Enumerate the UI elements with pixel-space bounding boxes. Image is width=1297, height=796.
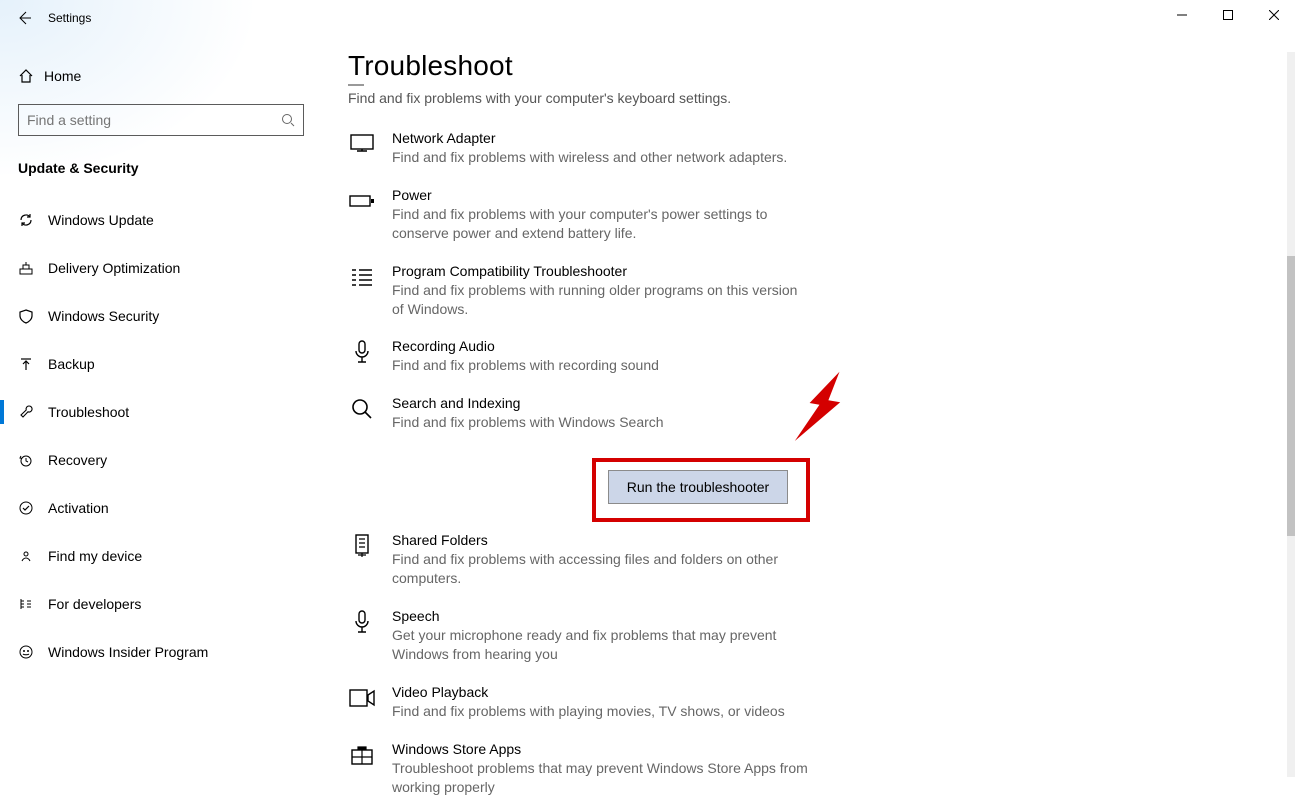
tile-description: Find and fix problems with accessing fil… xyxy=(392,550,812,588)
tile-title: Windows Store Apps xyxy=(392,741,812,757)
sync-icon xyxy=(18,212,48,228)
sidebar-item-label: Backup xyxy=(48,356,95,372)
recovery-icon xyxy=(18,452,48,468)
window-controls xyxy=(1159,0,1297,30)
scrollbar-thumb[interactable] xyxy=(1287,256,1295,536)
shared-folder-icon xyxy=(348,532,376,560)
sidebar-item-recovery[interactable]: Recovery xyxy=(18,438,318,482)
tile-shared-folders[interactable]: Shared Folders Find and fix problems wit… xyxy=(348,532,908,588)
scrollbar[interactable] xyxy=(1283,36,1297,793)
sidebar-item-label: Recovery xyxy=(48,452,107,468)
sidebar-item-windows-insider[interactable]: Windows Insider Program xyxy=(18,630,318,674)
backup-icon xyxy=(18,356,48,372)
sidebar-item-label: Windows Update xyxy=(48,212,154,228)
page-title: Troubleshoot xyxy=(348,50,908,82)
close-button[interactable] xyxy=(1251,0,1297,30)
delivery-icon xyxy=(18,260,48,276)
tile-description: Find and fix problems with Windows Searc… xyxy=(392,413,664,432)
sidebar-item-label: Find my device xyxy=(48,548,142,564)
sidebar-item-label: Activation xyxy=(48,500,109,516)
arrow-left-icon xyxy=(16,10,32,26)
microphone-icon xyxy=(348,338,376,366)
tile-title: Video Playback xyxy=(392,684,785,700)
run-troubleshooter-button[interactable]: Run the troubleshooter xyxy=(608,470,788,504)
sidebar-item-backup[interactable]: Backup xyxy=(18,342,318,386)
tile-description: Troubleshoot problems that may prevent W… xyxy=(392,759,812,796)
main-content: Troubleshoot Find and fix problems with … xyxy=(348,50,908,796)
tile-video-playback[interactable]: Video Playback Find and fix problems wit… xyxy=(348,684,908,721)
tile-recording-audio[interactable]: Recording Audio Find and fix problems wi… xyxy=(348,338,908,375)
sidebar-section-title: Update & Security xyxy=(18,160,318,176)
sidebar-item-delivery-optimization[interactable]: Delivery Optimization xyxy=(18,246,318,290)
tile-title: Shared Folders xyxy=(392,532,812,548)
window-title: Settings xyxy=(48,11,91,25)
page-top-description: Find and fix problems with your computer… xyxy=(348,90,908,106)
check-circle-icon xyxy=(18,500,48,516)
insider-icon xyxy=(18,644,48,660)
divider xyxy=(348,84,364,86)
run-troubleshooter-region: Run the troubleshooter xyxy=(392,454,908,512)
tile-description: Find and fix problems with running older… xyxy=(392,281,812,319)
minimize-button[interactable] xyxy=(1159,0,1205,30)
tile-speech[interactable]: Speech Get your microphone ready and fix… xyxy=(348,608,908,664)
tile-title: Network Adapter xyxy=(392,130,787,146)
sidebar-item-label: For developers xyxy=(48,596,141,612)
sidebar-item-windows-update[interactable]: Windows Update xyxy=(18,198,318,242)
sidebar-item-label: Windows Security xyxy=(48,308,159,324)
search-icon xyxy=(348,395,376,423)
tile-description: Find and fix problems with wireless and … xyxy=(392,148,787,167)
sidebar-home[interactable]: Home xyxy=(18,58,318,94)
sidebar-item-label: Delivery Optimization xyxy=(48,260,180,276)
tile-title: Speech xyxy=(392,608,812,624)
sidebar-nav: Windows Update Delivery Optimization Win… xyxy=(18,198,318,674)
list-icon xyxy=(348,263,376,291)
tile-network-adapter[interactable]: Network Adapter Find and fix problems wi… xyxy=(348,130,908,167)
minimize-icon xyxy=(1177,10,1187,20)
search-input[interactable] xyxy=(27,112,281,128)
titlebar: Settings xyxy=(0,0,1297,36)
home-icon xyxy=(18,68,44,84)
tile-title: Recording Audio xyxy=(392,338,659,354)
network-adapter-icon xyxy=(348,130,376,158)
search-icon xyxy=(281,113,295,127)
video-icon xyxy=(348,684,376,712)
wrench-icon xyxy=(18,404,48,420)
tile-windows-store-apps[interactable]: Windows Store Apps Troubleshoot problems… xyxy=(348,741,908,796)
tile-title: Program Compatibility Troubleshooter xyxy=(392,263,812,279)
microphone-icon xyxy=(348,608,376,636)
location-icon xyxy=(18,548,48,564)
tile-search-and-indexing[interactable]: Search and Indexing Find and fix problem… xyxy=(348,395,908,432)
sidebar: Home Update & Security Windows Update De… xyxy=(18,58,318,678)
sidebar-item-find-my-device[interactable]: Find my device xyxy=(18,534,318,578)
tile-title: Search and Indexing xyxy=(392,395,664,411)
back-button[interactable] xyxy=(0,0,48,36)
battery-icon xyxy=(348,187,376,215)
tile-power[interactable]: Power Find and fix problems with your co… xyxy=(348,187,908,243)
troubleshooter-list: Network Adapter Find and fix problems wi… xyxy=(348,130,908,796)
close-icon xyxy=(1269,10,1279,20)
tile-description: Find and fix problems with your computer… xyxy=(392,205,812,243)
tile-description: Get your microphone ready and fix proble… xyxy=(392,626,812,664)
sidebar-item-label: Troubleshoot xyxy=(48,404,129,420)
search-box[interactable] xyxy=(18,104,304,136)
tile-program-compatibility[interactable]: Program Compatibility Troubleshooter Fin… xyxy=(348,263,908,319)
sidebar-item-windows-security[interactable]: Windows Security xyxy=(18,294,318,338)
maximize-icon xyxy=(1223,10,1233,20)
sidebar-item-activation[interactable]: Activation xyxy=(18,486,318,530)
sidebar-item-troubleshoot[interactable]: Troubleshoot xyxy=(18,390,318,434)
tile-description: Find and fix problems with playing movie… xyxy=(392,702,785,721)
tile-title: Power xyxy=(392,187,812,203)
developers-icon xyxy=(18,596,48,612)
sidebar-item-label: Windows Insider Program xyxy=(48,644,208,660)
sidebar-home-label: Home xyxy=(44,68,81,84)
sidebar-item-for-developers[interactable]: For developers xyxy=(18,582,318,626)
tile-description: Find and fix problems with recording sou… xyxy=(392,356,659,375)
maximize-button[interactable] xyxy=(1205,0,1251,30)
store-icon xyxy=(348,741,376,769)
shield-icon xyxy=(18,308,48,324)
